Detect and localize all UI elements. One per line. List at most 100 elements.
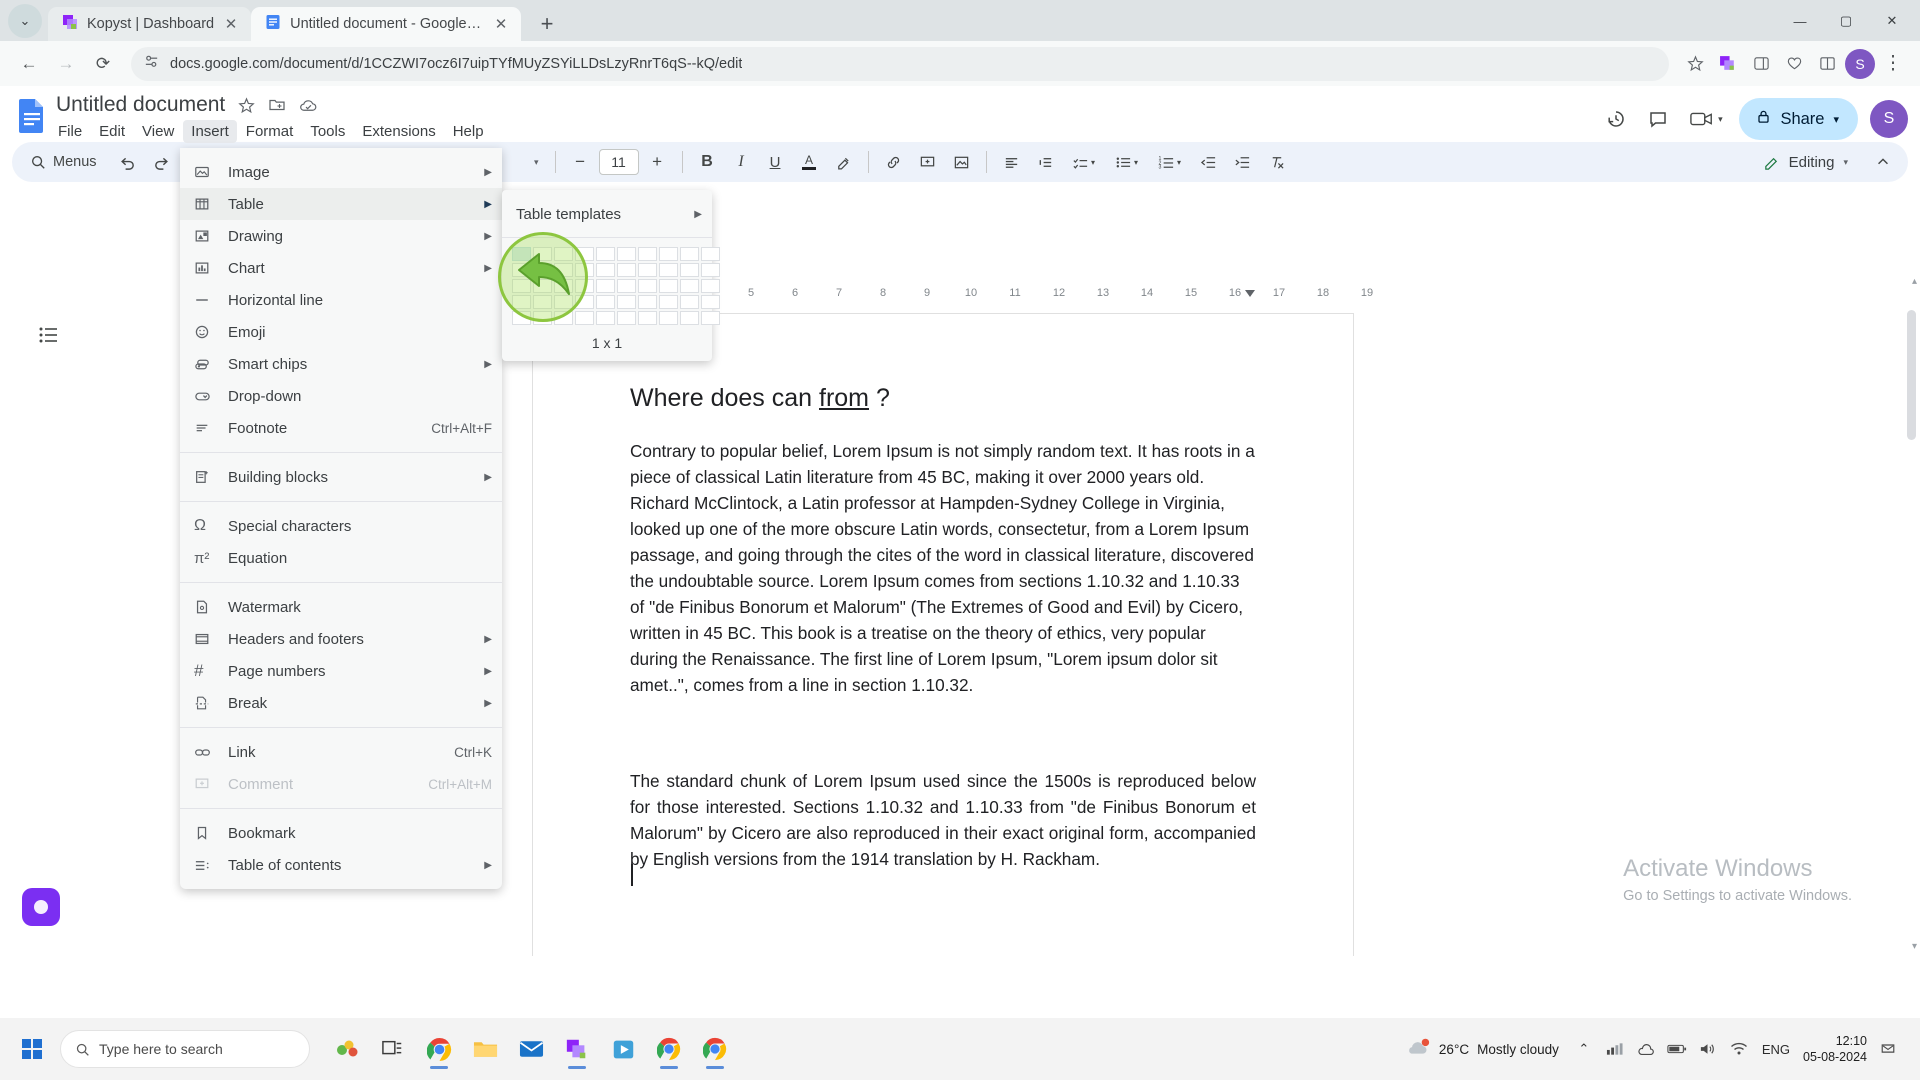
- menu-item-watermark[interactable]: Watermark: [180, 591, 502, 623]
- document-outline-icon[interactable]: [38, 324, 60, 351]
- table-grid-cell[interactable]: [680, 279, 699, 293]
- close-window-button[interactable]: ✕: [1870, 8, 1914, 34]
- menu-item-break[interactable]: Break ▶: [180, 687, 502, 719]
- browser-tab-kopyst[interactable]: Kopyst | Dashboard ✕: [48, 7, 252, 41]
- menu-tools[interactable]: Tools: [302, 120, 353, 143]
- add-comment-button[interactable]: [912, 147, 943, 178]
- menu-insert[interactable]: Insert: [183, 120, 237, 143]
- task-view-icon[interactable]: [370, 1027, 416, 1071]
- menu-extensions[interactable]: Extensions: [354, 120, 443, 143]
- menu-item-table[interactable]: Table ▶: [180, 188, 502, 220]
- store-icon[interactable]: [600, 1027, 646, 1071]
- chevron-up-icon[interactable]: ⌃: [1574, 1041, 1594, 1057]
- font-size-increase-button[interactable]: +: [642, 147, 673, 178]
- table-grid-cell[interactable]: [638, 279, 657, 293]
- bold-button[interactable]: B: [692, 147, 723, 178]
- minimize-button[interactable]: —: [1778, 8, 1822, 34]
- user-avatar[interactable]: S: [1870, 100, 1908, 138]
- menu-item-horizontal-line[interactable]: Horizontal line: [180, 284, 502, 316]
- volume-icon[interactable]: [1698, 1042, 1718, 1056]
- menu-edit[interactable]: Edit: [91, 120, 133, 143]
- underline-button[interactable]: U: [760, 147, 791, 178]
- insert-link-button[interactable]: [878, 147, 909, 178]
- comment-history-icon[interactable]: [1643, 104, 1673, 134]
- menu-file[interactable]: File: [50, 120, 90, 143]
- language-indicator[interactable]: ENG: [1762, 1042, 1790, 1057]
- close-icon[interactable]: ✕: [223, 15, 239, 33]
- insert-image-button[interactable]: [946, 147, 977, 178]
- menu-item-emoji[interactable]: Emoji: [180, 316, 502, 348]
- split-screen-icon[interactable]: [1812, 49, 1842, 79]
- table-grid-cell[interactable]: [617, 247, 636, 261]
- editing-mode-button[interactable]: Editing ▾: [1753, 147, 1858, 178]
- google-docs-logo-icon[interactable]: [14, 92, 50, 136]
- maximize-button[interactable]: ▢: [1824, 8, 1868, 34]
- table-grid-cell[interactable]: [680, 311, 699, 325]
- document-title[interactable]: Untitled document: [56, 93, 225, 117]
- italic-button[interactable]: I: [726, 147, 757, 178]
- menu-item-link[interactable]: Link Ctrl+K: [180, 736, 502, 768]
- profile-avatar[interactable]: S: [1845, 48, 1875, 79]
- text-color-button[interactable]: A: [794, 147, 825, 178]
- checklist-button[interactable]: ▾: [1064, 147, 1104, 178]
- collapse-toolbar-icon[interactable]: [1867, 147, 1898, 178]
- menu-item-footnote[interactable]: Footnote Ctrl+Alt+F: [180, 412, 502, 444]
- numbered-list-button[interactable]: 1 2 3 ▾: [1150, 147, 1190, 178]
- menu-view[interactable]: View: [134, 120, 182, 143]
- new-tab-button[interactable]: +: [533, 11, 561, 37]
- table-grid-cell[interactable]: [638, 263, 657, 277]
- font-size-decrease-button[interactable]: −: [565, 147, 596, 178]
- menu-help[interactable]: Help: [445, 120, 492, 143]
- table-grid-cell[interactable]: [701, 311, 720, 325]
- table-grid-cell[interactable]: [575, 311, 594, 325]
- table-grid-cell[interactable]: [680, 247, 699, 261]
- right-indent-marker[interactable]: [1243, 285, 1257, 303]
- chrome-secondary-icon[interactable]: [646, 1027, 692, 1071]
- table-grid-cell[interactable]: [680, 295, 699, 309]
- highlight-color-button[interactable]: [828, 147, 859, 178]
- table-grid-cell[interactable]: [701, 295, 720, 309]
- heart-icon[interactable]: [1779, 49, 1809, 79]
- chrome-tertiary-icon[interactable]: [692, 1027, 738, 1071]
- star-icon[interactable]: [238, 96, 255, 114]
- menu-item-smart-chips[interactable]: Smart chips ▶: [180, 348, 502, 380]
- scroll-down-icon[interactable]: ▾: [1912, 941, 1917, 952]
- menu-item-image[interactable]: Image ▶: [180, 156, 502, 188]
- taskbar-icon-cortana[interactable]: [324, 1027, 370, 1071]
- table-grid-cell[interactable]: [659, 279, 678, 293]
- table-grid-cell[interactable]: [617, 263, 636, 277]
- file-explorer-icon[interactable]: [462, 1027, 508, 1071]
- table-grid-cell[interactable]: [659, 263, 678, 277]
- notification-center-icon[interactable]: [1878, 1041, 1898, 1057]
- kopyst-extension-icon[interactable]: [1713, 49, 1743, 79]
- table-grid-cell[interactable]: [596, 263, 615, 277]
- weather-widget[interactable]: 26°C Mostly cloudy: [1405, 1038, 1559, 1061]
- table-grid-cell[interactable]: [596, 279, 615, 293]
- move-to-folder-icon[interactable]: [268, 96, 286, 114]
- menu-item-bookmark[interactable]: Bookmark: [180, 817, 502, 849]
- start-button-icon[interactable]: [10, 1027, 54, 1071]
- menu-item-table-of-contents[interactable]: Table of contents ▶: [180, 849, 502, 881]
- table-grid-cell[interactable]: [659, 311, 678, 325]
- table-grid-cell[interactable]: [701, 279, 720, 293]
- table-grid-cell[interactable]: [617, 311, 636, 325]
- vertical-scrollbar[interactable]: [1907, 310, 1916, 948]
- table-grid-cell[interactable]: [680, 263, 699, 277]
- address-bar[interactable]: docs.google.com/document/d/1CCZWI7ocz6I7…: [131, 46, 1669, 81]
- insert-menu-popup[interactable]: Image ▶ Table ▶ Drawing ▶ Chart ▶ Horizo…: [180, 148, 502, 889]
- network-icon[interactable]: [1605, 1042, 1625, 1056]
- menu-item-page-numbers[interactable]: # Page numbers ▶: [180, 655, 502, 687]
- menu-item-drawing[interactable]: Drawing ▶: [180, 220, 502, 252]
- document-page[interactable]: Where does can from ? Contrary to popula…: [533, 314, 1353, 956]
- undo-icon[interactable]: [112, 147, 143, 178]
- menu-item-special-characters[interactable]: Ω Special characters: [180, 510, 502, 542]
- bookmark-star-icon[interactable]: [1680, 49, 1710, 79]
- close-icon[interactable]: ✕: [493, 15, 509, 33]
- reload-icon[interactable]: ⟳: [86, 47, 120, 81]
- browser-menu-icon[interactable]: ⋮: [1878, 49, 1908, 79]
- table-grid-cell[interactable]: [596, 247, 615, 261]
- table-grid-cell[interactable]: [638, 311, 657, 325]
- table-grid-cell[interactable]: [617, 295, 636, 309]
- chrome-icon[interactable]: [416, 1027, 462, 1071]
- table-grid-cell[interactable]: [638, 295, 657, 309]
